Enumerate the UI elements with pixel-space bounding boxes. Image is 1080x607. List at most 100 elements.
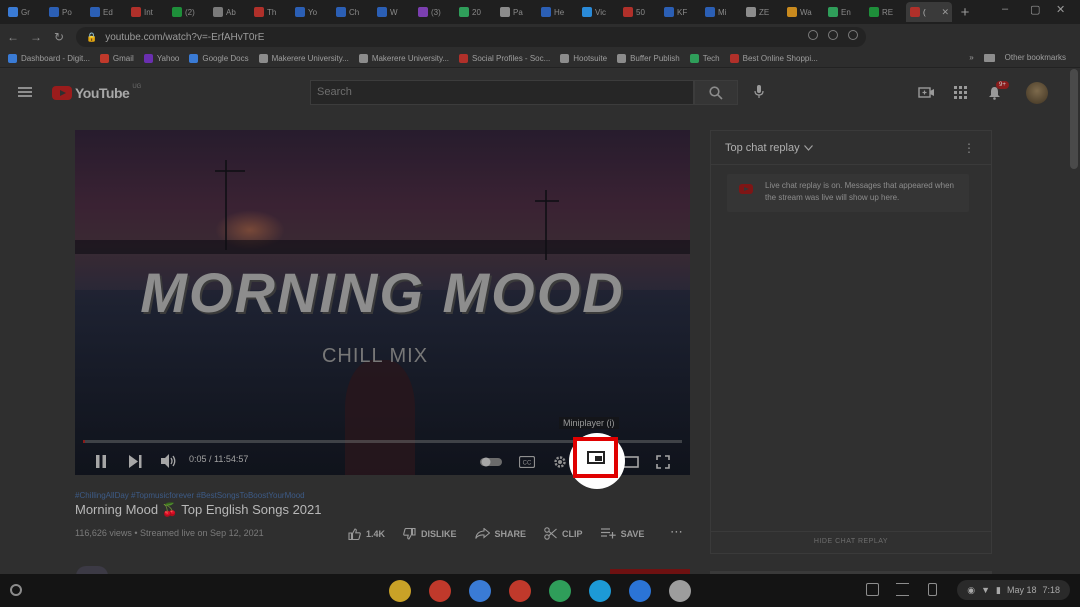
browser-tab[interactable]: KF [660,2,700,22]
browser-tab[interactable]: Vic [578,2,618,22]
search-button[interactable] [694,80,738,105]
page-scrollbar[interactable] [1070,69,1078,169]
volume-icon[interactable] [161,454,177,468]
browser-tab[interactable]: Po [45,2,85,22]
bookmark-item[interactable]: Tech [689,54,720,63]
browser-tab[interactable]: 50 [619,2,659,22]
bookmark-item[interactable]: Social Profiles - Soc... [459,54,550,63]
video-overlay-subtitle: CHILL MIX [321,345,429,367]
browser-tab[interactable]: Ab [209,2,249,22]
close-window-icon[interactable]: ✕ [1056,3,1065,16]
svg-text:CC: CC [523,461,532,467]
browser-tab[interactable]: Gr [4,2,44,22]
fullscreen-icon[interactable] [656,455,670,469]
browser-tab[interactable]: En [824,2,864,22]
tab-favicon-icon [336,7,346,17]
tab-title: He [554,7,565,17]
video-hashtags[interactable]: #ChillingAllDay #Topmusicforever #BestSo… [75,491,305,500]
autoplay-toggle-icon[interactable] [480,457,502,467]
launcher-icon[interactable] [10,584,22,596]
browser-tab[interactable]: He [537,2,577,22]
hamburger-menu-icon[interactable] [18,87,32,97]
tab-title: 50 [636,7,645,17]
video-player[interactable]: MORNING MOOD CHILL MIX Miniplayer (i) 0:… [75,130,690,475]
lens-icon[interactable] [808,30,818,40]
like-button[interactable]: 1.4K [348,527,385,540]
share-button[interactable]: SHARE [474,527,526,540]
bookmark-star-icon[interactable] [848,30,858,40]
share-page-icon[interactable] [828,30,838,40]
browser-tab[interactable]: Mi [701,2,741,22]
shelf-app-files-icon[interactable] [629,580,651,602]
chat-header[interactable]: Top chat replay ⋮ [711,131,991,165]
browser-tab[interactable]: RE [865,2,905,22]
browser-tab[interactable]: Yo [291,2,331,22]
settings-gear-icon[interactable] [553,455,567,469]
bookmark-label: Dashboard - Digit... [21,54,90,63]
tab-favicon-icon [213,7,223,17]
shelf-app-play-store-icon[interactable] [549,580,571,602]
browser-tab[interactable]: W [373,2,413,22]
minimize-icon[interactable]: – [1002,3,1008,15]
shelf-app-chrome-icon[interactable] [389,580,411,602]
chat-options-icon[interactable]: ⋮ [963,141,975,155]
shelf-app-photos-icon[interactable] [669,580,691,602]
browser-tab[interactable]: (3) [414,2,454,22]
bookmark-item[interactable]: Hootsuite [560,54,607,63]
clipboard-icon[interactable] [896,583,909,596]
reload-icon[interactable]: ↻ [49,30,69,44]
browser-tab[interactable]: Pa [496,2,536,22]
save-button[interactable]: SAVE [600,527,644,540]
active-browser-tab[interactable]: (✕ [906,2,952,22]
account-avatar[interactable] [1026,82,1048,104]
forward-icon[interactable]: → [26,30,46,44]
create-video-icon[interactable] [918,86,935,99]
system-tray[interactable]: ◉ ▼ ▮ May 18 7:18 [957,580,1070,600]
pause-icon[interactable] [95,455,107,468]
apps-grid-icon[interactable] [954,86,967,99]
bookmark-item[interactable]: Buffer Publish [617,54,680,63]
dislike-button[interactable]: DISLIKE [403,527,457,540]
browser-tab[interactable]: Ch [332,2,372,22]
browser-tab[interactable]: (2) [168,2,208,22]
like-count: 1.4K [366,528,386,539]
maximize-icon[interactable]: ▢ [1030,3,1040,16]
hide-chat-replay-button[interactable]: HIDE CHAT REPLAY [711,531,991,555]
bookmark-item[interactable]: Makerere University... [258,54,349,63]
tab-favicon-icon [49,7,59,17]
bookmark-item[interactable]: Dashboard - Digit... [8,54,90,63]
close-tab-icon[interactable]: ✕ [941,7,952,18]
other-bookmarks[interactable]: Other bookmarks [1005,53,1066,62]
search-input[interactable]: Search [310,80,694,105]
bookmark-item[interactable]: Gmail [99,54,134,63]
new-tab-icon[interactable]: + [953,4,977,21]
subtitles-icon[interactable]: CC [519,456,535,468]
browser-tab[interactable]: Th [250,2,290,22]
tab-strip: Gr Po Ed Int (2) Ab Th Yo Ch W (3) 20 Pa He Vic 50 KF Mi Z… [0,0,1080,24]
shelf-app-docs-icon[interactable] [469,580,491,602]
bookmark-item[interactable]: Google Docs [189,54,249,63]
clip-button[interactable]: CLIP [544,527,583,540]
screen-capture-icon[interactable] [866,583,879,596]
youtube-logo[interactable]: YouTube UG [52,84,141,101]
next-video-icon[interactable] [129,455,142,468]
browser-tab[interactable]: ZE [742,2,782,22]
browser-tab[interactable]: Int [127,2,167,22]
bookmark-item[interactable]: Best Online Shoppi... [729,54,818,63]
shelf-app-gmail-icon[interactable] [429,580,451,602]
bookmark-item[interactable]: Makerere University... [358,54,449,63]
more-actions-icon[interactable]: ⋯ [670,524,683,540]
phone-hub-icon[interactable] [928,583,937,596]
shelf-app-youtube-icon[interactable] [509,580,531,602]
bookmark-item[interactable]: Yahoo [143,54,179,63]
back-icon[interactable]: ← [3,30,23,44]
address-bar[interactable]: 🔒 youtube.com/watch?v=-ErfAHvT0rE [76,27,866,47]
browser-tab[interactable]: 20 [455,2,495,22]
bookmarks-overflow-icon[interactable]: » [969,53,973,62]
voice-search-button[interactable] [748,81,770,103]
browser-tab[interactable]: Wa [783,2,823,22]
miniplayer-button[interactable] [573,437,618,478]
tab-favicon-icon [131,7,141,17]
browser-tab[interactable]: Ed [86,2,126,22]
shelf-app-messages-icon[interactable] [589,580,611,602]
